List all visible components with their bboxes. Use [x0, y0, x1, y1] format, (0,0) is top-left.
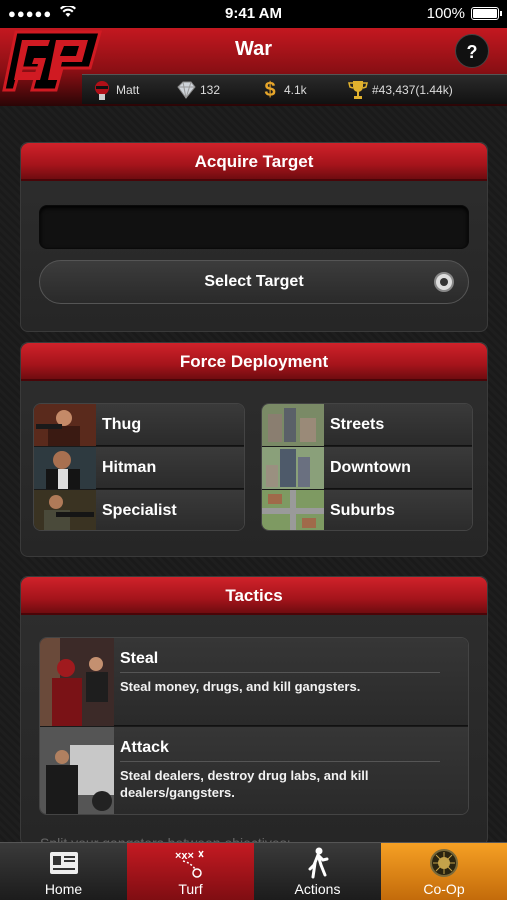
location-streets[interactable]: Streets: [262, 404, 472, 446]
svg-text:×x×: ×x×: [175, 850, 194, 862]
tactics-list: Steal Steal money, drugs, and kill gangs…: [39, 637, 469, 815]
tactics-panel: Tactics Steal Steal money, drugs, and ki…: [20, 576, 488, 846]
tab-label: Co-Op: [423, 881, 465, 897]
location-label: Streets: [330, 416, 385, 433]
location-label: Downtown: [330, 459, 411, 476]
coop-icon: [381, 847, 507, 879]
target-field[interactable]: [39, 205, 469, 249]
specialist-icon: [34, 490, 96, 530]
unit-thug[interactable]: Thug: [34, 404, 244, 446]
tactic-name: Steal: [120, 650, 159, 667]
force-deployment-panel: Force Deployment Thug Hitman Specialist: [20, 342, 488, 557]
tactics-header: Tactics: [21, 577, 487, 615]
streets-icon: [262, 404, 324, 446]
page-title: War: [234, 38, 273, 60]
stat-rank[interactable]: #43,437(1.44k): [346, 75, 453, 105]
tab-coop[interactable]: Co-Op: [381, 843, 507, 900]
downtown-icon: [262, 447, 324, 489]
divider: [120, 672, 440, 673]
attack-icon: [40, 727, 114, 814]
tactic-steal[interactable]: Steal Steal money, drugs, and kill gangs…: [40, 638, 468, 726]
divider: [120, 761, 440, 762]
tab-actions[interactable]: Actions: [254, 843, 381, 900]
unit-label: Specialist: [102, 502, 177, 519]
select-target-label: Select Target: [204, 273, 304, 290]
help-button[interactable]: ?: [455, 34, 489, 68]
location-downtown[interactable]: Downtown: [262, 447, 472, 489]
trophy-icon: [346, 78, 370, 102]
select-target-button[interactable]: Select Target: [39, 260, 469, 304]
rank-value: #43,437(1.44k): [372, 83, 453, 97]
tactic-attack[interactable]: Attack Steal dealers, destroy drug labs,…: [40, 727, 468, 814]
turf-icon: ×x×: [127, 847, 254, 879]
location-label: Suburbs: [330, 502, 395, 519]
crosshair-icon: [434, 272, 454, 292]
tab-label: Home: [44, 881, 83, 897]
acquire-target-header: Acquire Target: [21, 143, 487, 181]
diamond-count: 132: [200, 83, 221, 97]
home-icon: [0, 847, 127, 879]
tab-home[interactable]: Home: [0, 843, 127, 900]
tactic-name: Attack: [120, 739, 169, 756]
tab-label: Turf: [178, 881, 203, 897]
battery-percent: 100%: [426, 5, 465, 22]
avatar-icon: [90, 78, 114, 102]
thug-icon: [34, 404, 96, 446]
stats-bar: Matt 132 $ 4.1k #43,437(1.44k): [82, 74, 507, 104]
username: Matt: [116, 83, 140, 97]
unit-label: Hitman: [102, 459, 157, 476]
suburbs-icon: [262, 490, 324, 530]
tab-turf[interactable]: ×x× Turf: [127, 843, 254, 900]
force-deployment-header: Force Deployment: [21, 343, 487, 381]
steal-icon: [40, 638, 114, 726]
dollar-icon: $: [264, 78, 276, 101]
acquire-target-panel: Acquire Target Select Target: [20, 142, 488, 332]
actions-icon: [254, 847, 381, 879]
diamond-icon: [174, 78, 198, 102]
status-bar: ●●●●● 9:41 AM 100%: [0, 0, 507, 28]
stat-cash[interactable]: $ 4.1k: [258, 75, 307, 105]
main-content[interactable]: Acquire Target Select Target Force Deplo…: [0, 106, 507, 851]
stat-diamonds[interactable]: 132: [174, 75, 220, 105]
tactic-description: Steal money, drugs, and kill gangsters.: [120, 679, 361, 694]
cash-amount: 4.1k: [284, 83, 307, 97]
tab-label: Actions: [294, 881, 341, 897]
location-selector: Streets Downtown Suburbs: [261, 403, 473, 531]
tactic-description: Steal dealers, destroy drug labs, and ki…: [120, 768, 369, 800]
app-header: War ? Matt 132 $ 4.1k #43,437(1.44k): [0, 28, 507, 106]
unit-label: Thug: [102, 416, 142, 433]
location-suburbs[interactable]: Suburbs: [262, 490, 472, 530]
unit-selector: Thug Hitman Specialist: [33, 403, 245, 531]
stat-user[interactable]: Matt: [90, 75, 139, 105]
battery-icon: [471, 7, 502, 20]
tab-bar: Home ×x× Turf Actions Co-Op: [0, 842, 507, 900]
unit-hitman[interactable]: Hitman: [34, 447, 244, 489]
unit-specialist[interactable]: Specialist: [34, 490, 244, 530]
hitman-icon: [34, 447, 96, 489]
